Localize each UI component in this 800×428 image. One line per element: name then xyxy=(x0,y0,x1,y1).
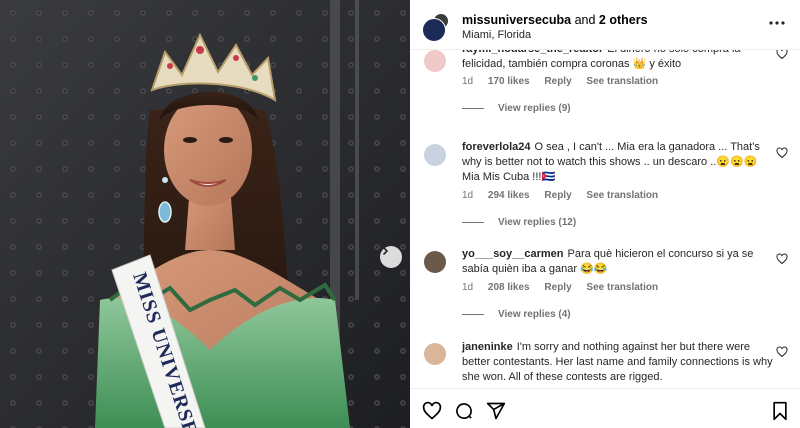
reply-button[interactable]: Reply xyxy=(544,190,571,201)
heart-icon[interactable] xyxy=(776,346,788,358)
author-username[interactable]: missuniversecuba xyxy=(462,13,571,27)
commenter-username[interactable]: foreverlola24 xyxy=(462,141,530,153)
commenter-username[interactable]: raymi_nodarse_the_realtor xyxy=(462,50,603,55)
comment-likes[interactable]: 294 likes xyxy=(488,190,530,201)
account-avatars[interactable] xyxy=(422,12,454,44)
share-icon[interactable] xyxy=(486,401,506,421)
see-translation-button[interactable]: See translation xyxy=(586,76,658,87)
post-location[interactable]: Miami, Florida xyxy=(462,29,531,41)
heart-icon[interactable] xyxy=(776,253,788,265)
chevron-right-icon xyxy=(382,246,389,256)
comment-likes[interactable]: 170 likes xyxy=(488,76,530,87)
commenter-avatar[interactable] xyxy=(424,251,446,273)
comment-meta: 1d 294 likes Reply See translation xyxy=(462,190,670,201)
view-replies-label: View replies (12) xyxy=(498,217,577,228)
view-replies-button[interactable]: View replies (4) xyxy=(462,309,571,320)
see-translation-button[interactable]: See translation xyxy=(586,282,658,293)
comment-time[interactable]: 1d xyxy=(462,76,473,87)
replies-divider xyxy=(462,222,484,223)
commenter-avatar[interactable] xyxy=(424,343,446,365)
replies-divider xyxy=(462,108,484,109)
heart-icon[interactable] xyxy=(776,50,788,60)
comment-time[interactable]: 1d xyxy=(462,190,473,201)
view-replies-label: View replies (9) xyxy=(498,103,571,114)
heart-icon[interactable] xyxy=(776,147,788,159)
comment-meta: 1d 170 likes Reply See translation xyxy=(462,76,670,87)
post-header: missuniversecuba and 2 others Miami, Flo… xyxy=(410,0,800,50)
comment-text: janeninke I'm sorry and nothing against h… xyxy=(462,340,774,385)
post-authors: missuniversecuba and 2 others xyxy=(462,13,648,27)
view-replies-label: View replies (4) xyxy=(498,309,571,320)
post-photo: MISS UNIVERSE xyxy=(0,0,410,428)
view-replies-button[interactable]: View replies (9) xyxy=(462,103,571,114)
next-photo-button[interactable] xyxy=(380,246,402,268)
comment-text: yo___soy__carmen Para què hicieron el con… xyxy=(462,247,774,277)
commenter-avatar[interactable] xyxy=(424,144,446,166)
comments-list: raymi_nodarse_the_realtorEl dinero no so… xyxy=(410,50,800,388)
comment-meta: 1d 208 likes Reply See translation xyxy=(462,282,670,293)
avatar xyxy=(422,18,446,42)
see-translation-button[interactable]: See translation xyxy=(586,190,658,201)
post-sidebar: missuniversecuba and 2 others Miami, Flo… xyxy=(410,0,800,428)
authors-conjunction: and xyxy=(571,13,599,27)
reply-button[interactable]: Reply xyxy=(544,282,571,293)
comment-icon[interactable] xyxy=(454,401,474,421)
commenter-username[interactable]: janeninke xyxy=(462,341,513,353)
heart-icon[interactable] xyxy=(422,401,442,421)
replies-divider xyxy=(462,314,484,315)
comment-time[interactable]: 1d xyxy=(462,282,473,293)
photo-illustration: MISS UNIVERSE xyxy=(0,0,410,428)
commenter-avatar[interactable] xyxy=(424,50,446,72)
view-replies-button[interactable]: View replies (12) xyxy=(462,217,576,228)
comment-text: foreverlola24 O sea , I can't ... Mia era… xyxy=(462,140,774,185)
more-icon[interactable] xyxy=(768,16,786,30)
bookmark-icon[interactable] xyxy=(770,401,790,421)
commenter-username[interactable]: yo___soy__carmen xyxy=(462,248,564,260)
comment-text: raymi_nodarse_the_realtorEl dinero no so… xyxy=(462,50,774,72)
other-authors-link[interactable]: 2 others xyxy=(599,13,648,27)
reply-button[interactable]: Reply xyxy=(544,76,571,87)
comment-likes[interactable]: 208 likes xyxy=(488,282,530,293)
post-actions-bar xyxy=(410,388,800,428)
